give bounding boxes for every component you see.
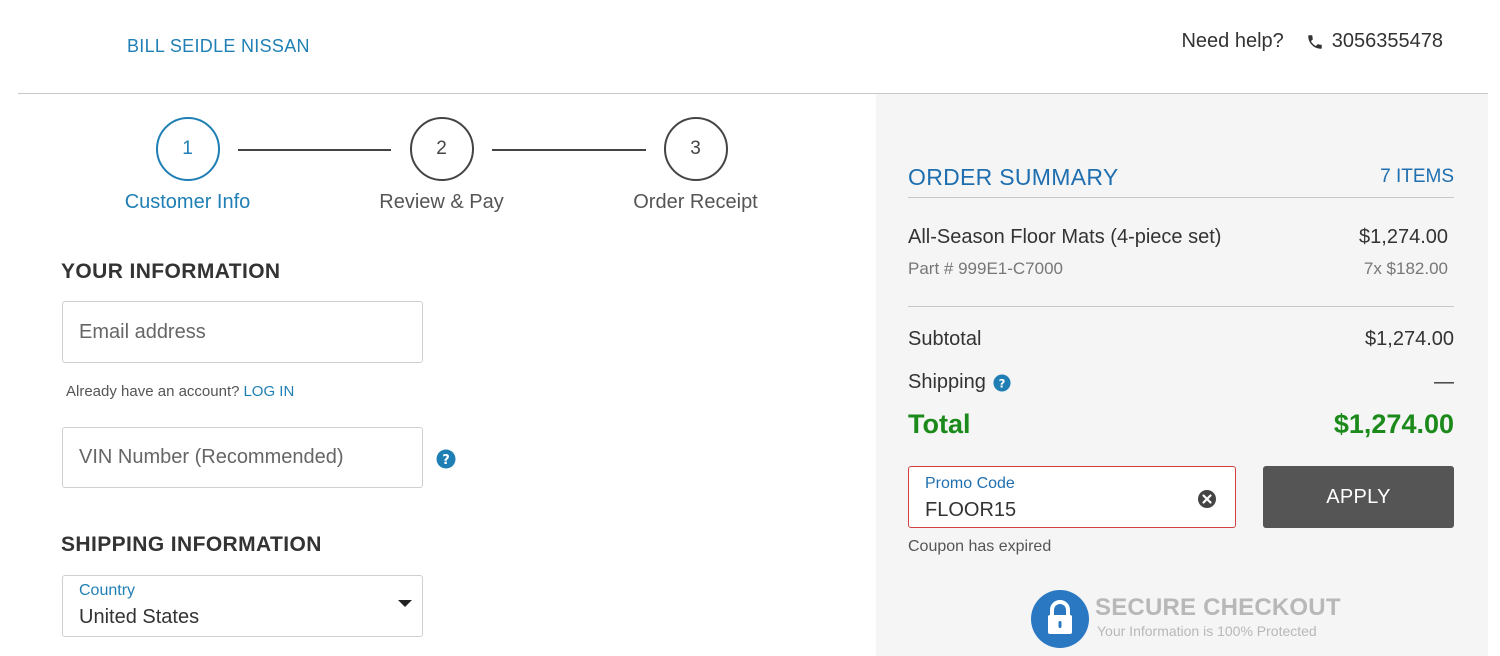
vin-input[interactable]	[63, 428, 422, 487]
step-customer-info: 1 Customer Info	[115, 117, 260, 214]
total-label: Total	[908, 409, 971, 439]
step-3-label: Order Receipt	[633, 191, 758, 213]
step-review-pay: 2 Review & Pay	[369, 117, 514, 214]
apply-button[interactable]: APPLY	[1263, 466, 1454, 528]
step-3-circle: 3	[663, 117, 728, 181]
item-quantity-price: 7x $182.00	[1363, 259, 1448, 278]
secure-checkout-title: SECURE CHECKOUT	[1095, 594, 1341, 621]
promo-code-field[interactable]: Promo Code FLOOR15	[908, 466, 1236, 528]
step-2-label: Review & Pay	[379, 191, 504, 213]
item-part-number: Part # 999E1-C7000	[908, 259, 1063, 278]
clear-icon[interactable]	[1197, 489, 1217, 509]
email-input[interactable]	[63, 302, 422, 362]
item-price: $1,274.00	[1359, 226, 1448, 248]
subtotal-label: Subtotal	[908, 328, 982, 350]
promo-error-message: Coupon has expired	[908, 538, 1052, 555]
country-label: Country	[79, 582, 136, 599]
item-count-link[interactable]: 7 ITEMS	[1380, 166, 1454, 188]
promo-code-label: Promo Code	[925, 475, 1015, 492]
header: BILL SEIDLE NISSAN Need help? 3056355478	[0, 0, 1500, 94]
promo-code-value[interactable]: FLOOR15	[925, 499, 1016, 522]
order-summary-panel: ORDER SUMMARY 7 ITEMS All-Season Floor M…	[876, 94, 1488, 656]
shipping-row: Shipping ?	[908, 371, 1011, 394]
dealer-brand[interactable]: BILL SEIDLE NISSAN	[127, 36, 310, 57]
phone-icon	[1306, 33, 1324, 51]
vin-help-icon[interactable]: ?	[436, 449, 456, 469]
summary-divider	[908, 306, 1454, 307]
chevron-down-icon	[398, 600, 412, 607]
phone-number[interactable]: 3056355478	[1332, 30, 1443, 53]
shipping-label: Shipping	[908, 371, 986, 393]
shipping-value: —	[1434, 371, 1454, 393]
svg-text:?: ?	[998, 376, 1005, 390]
summary-divider	[908, 197, 1454, 198]
your-information-heading: YOUR INFORMATION	[61, 260, 281, 283]
step-2-circle: 2	[409, 117, 474, 181]
help-label: Need help?	[1181, 30, 1284, 52]
login-link[interactable]: LOG IN	[243, 383, 294, 400]
help-contact: Need help? 3056355478	[1181, 30, 1443, 53]
subtotal-value: $1,274.00	[1365, 328, 1454, 350]
svg-text:?: ?	[442, 453, 450, 468]
step-1-label: Customer Info	[124, 191, 251, 213]
shipping-help-icon[interactable]: ?	[993, 373, 1011, 392]
account-prompt: Already have an account? LOG IN	[66, 383, 294, 400]
account-prompt-text: Already have an account?	[66, 383, 240, 400]
item-name: All-Season Floor Mats (4-piece set)	[908, 226, 1222, 248]
order-summary-title: ORDER SUMMARY	[908, 164, 1119, 190]
secure-checkout-badge: SECURE CHECKOUT Your Information is 100%…	[1031, 590, 1351, 650]
country-select[interactable]: Country United States	[62, 575, 423, 637]
secure-checkout-subtitle: Your Information is 100% Protected	[1097, 623, 1317, 639]
country-value: United States	[79, 606, 200, 628]
step-order-receipt: 3 Order Receipt	[623, 117, 768, 214]
lock-icon	[1031, 590, 1089, 648]
vin-field[interactable]	[62, 427, 423, 488]
shipping-information-heading: SHIPPING INFORMATION	[61, 533, 322, 556]
total-value: $1,274.00	[1333, 409, 1454, 439]
email-field[interactable]	[62, 301, 423, 363]
customer-form-panel: 1 Customer Info 2 Review & Pay 3 Order R…	[0, 94, 876, 656]
step-1-circle: 1	[155, 117, 220, 181]
